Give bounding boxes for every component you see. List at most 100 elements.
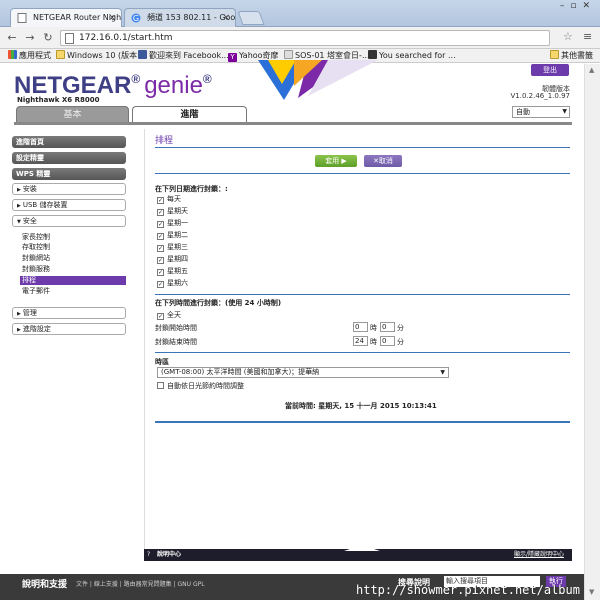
sidebar-item-adv-home[interactable]: 進階首頁 [12, 136, 126, 148]
support-title: 說明和支援 [22, 580, 68, 590]
browser-tab-bar: NETGEAR Router Nighth × G 頻道 153 802.11 … [0, 0, 600, 27]
back-icon[interactable]: ← [4, 30, 20, 46]
bookmark-item[interactable]: You searched for ... [368, 49, 456, 62]
watermark: http://showmer.pixnet.net/album [356, 583, 580, 597]
page-icon [17, 13, 27, 23]
checkbox-tuesday[interactable]: ✓ 星期二 [157, 231, 188, 240]
expand-help-icon[interactable] [344, 545, 380, 551]
window-controls[interactable]: –▫✕ [560, 1, 596, 11]
bookmark-item[interactable]: 歡迎來到 Facebook... [138, 49, 229, 62]
support-links[interactable]: 文件 | 線上支援 | 路由器常見問題集 | GNU GPL [76, 579, 205, 588]
firmware-version: V1.0.2.46_1.0.97 [510, 92, 571, 100]
svg-text:G: G [133, 14, 139, 23]
divider [155, 173, 570, 174]
checkbox[interactable]: ✓ [157, 209, 164, 216]
divider [155, 147, 570, 148]
end-hour-input[interactable]: 24 [353, 336, 368, 346]
chevron-down-icon: ▼ [562, 108, 567, 115]
checkbox[interactable]: ✓ [157, 257, 164, 264]
start-minute-input[interactable]: 0 [380, 322, 395, 332]
checkbox[interactable]: ✓ [157, 221, 164, 228]
cancel-button[interactable]: ✕取消 [364, 155, 402, 167]
expand-icon: ▶ [17, 187, 21, 193]
menu-icon[interactable]: ≡ [583, 30, 592, 43]
checkbox[interactable]: ✓ [157, 313, 164, 320]
sidebar-item-setup[interactable]: ▶ 安裝 [12, 183, 126, 195]
minute-unit: 分 [397, 338, 404, 346]
hour-unit: 時 [370, 338, 377, 346]
page-icon [284, 50, 293, 59]
end-minute-input[interactable]: 0 [380, 336, 395, 346]
bookmark-item[interactable]: Windows 10 (版本 ... [56, 49, 147, 62]
genie-rays-logo [258, 60, 378, 100]
bookmark-other[interactable]: 其他書籤 [550, 49, 593, 62]
browser-tab-netgear[interactable]: NETGEAR Router Nighth × [10, 8, 122, 27]
hour-unit: 時 [370, 324, 377, 332]
scroll-up-icon[interactable]: ▲ [589, 66, 594, 74]
checkbox[interactable]: ✓ [157, 245, 164, 252]
sidebar-item-adv-setup[interactable]: ▶ 進階設定 [12, 323, 126, 335]
sidebar-item-usb[interactable]: ▶ USB 儲存裝置 [12, 199, 126, 211]
folder-icon [550, 50, 559, 59]
show-hide-help-link[interactable]: 顯示/隱藏說明中心 [514, 549, 564, 561]
browser-tab-google[interactable]: G 頻道 153 802.11 - Googl × [124, 8, 236, 27]
checkbox[interactable]: ✓ [157, 269, 164, 276]
checkbox-saturday[interactable]: ✓ 星期六 [157, 279, 188, 288]
reload-icon[interactable]: ↻ [40, 30, 56, 46]
checkbox-every-day[interactable]: ✓ 每天 [157, 195, 181, 204]
minute-unit: 分 [397, 324, 404, 332]
timezone-heading: 時區 [155, 358, 169, 366]
sidebar-subitem-schedule[interactable]: 排程 [20, 276, 126, 285]
new-tab-button[interactable] [237, 11, 265, 25]
bookmark-star-icon[interactable]: ☆ [563, 30, 573, 43]
close-tab-icon[interactable]: × [108, 9, 116, 27]
checkbox[interactable]: ✓ [157, 281, 164, 288]
forward-icon[interactable]: → [22, 30, 38, 46]
timezone-select[interactable]: (GMT-08:00) 太平洋時間 (美國和加拿大)；提華納 ▼ [157, 367, 449, 378]
checkbox-thursday[interactable]: ✓ 星期四 [157, 255, 188, 264]
help-center-bar[interactable]: ? 說明中心 顯示/隱藏說明中心 [144, 545, 572, 561]
checkbox-sunday[interactable]: ✓ 星期天 [157, 207, 188, 216]
checkbox-dst[interactable]: 自動依日光節約時間調整 [157, 382, 244, 391]
sidebar-subitem-email[interactable]: 電子郵件 [20, 287, 126, 296]
vertical-scrollbar[interactable]: ▲ ▼ [584, 64, 600, 600]
tab-advanced[interactable]: 進階 [132, 106, 247, 123]
url-text: 172.16.0.1/start.htm [79, 33, 173, 43]
sidebar-subitem-access[interactable]: 存取控制 [20, 243, 126, 252]
checkbox[interactable]: ✓ [157, 197, 164, 204]
chevron-down-icon: ▼ [440, 369, 445, 376]
collapse-icon: ▼ [17, 219, 21, 225]
sidebar-subitem-parental[interactable]: 家長控制 [20, 233, 126, 242]
url-input[interactable]: 172.16.0.1/start.htm [60, 30, 550, 46]
tab-basic[interactable]: 基本 [16, 106, 129, 123]
start-hour-input[interactable]: 0 [353, 322, 368, 332]
expand-icon: ▶ [17, 311, 21, 317]
days-heading: 在下列日期進行封鎖：: [155, 185, 228, 193]
sidebar-subitem-block-services[interactable]: 封鎖服務 [20, 265, 126, 274]
logout-button[interactable]: 登出 [531, 64, 569, 76]
bookmark-apps[interactable]: 應用程式 [8, 49, 51, 62]
checkbox-monday[interactable]: ✓ 星期一 [157, 219, 188, 228]
checkbox[interactable]: ✓ [157, 233, 164, 240]
sidebar-item-security[interactable]: ▼ 安全 [12, 215, 126, 227]
apply-button[interactable]: 套用 ▶ [315, 155, 357, 167]
page-icon [65, 33, 74, 44]
divider [155, 352, 570, 353]
router-model: Nighthawk X6 R8000 [17, 96, 100, 104]
start-time-label: 封鎖開始時間 [155, 324, 197, 332]
help-icon: ? [147, 551, 151, 558]
sidebar-item-setup-wizard[interactable]: 設定精靈 [12, 152, 126, 164]
language-select[interactable]: 自動 ▼ [512, 106, 570, 118]
scroll-down-icon[interactable]: ▼ [589, 588, 594, 596]
checkbox[interactable] [157, 382, 164, 389]
checkbox-wednesday[interactable]: ✓ 星期三 [157, 243, 188, 252]
close-tab-icon[interactable]: × [222, 9, 230, 27]
expand-icon: ▶ [17, 327, 21, 333]
checkbox-all-day[interactable]: ✓ 全天 [157, 311, 181, 320]
checkbox-friday[interactable]: ✓ 星期五 [157, 267, 188, 276]
apps-icon [8, 50, 17, 59]
sidebar-subitem-block-sites[interactable]: 封鎖網站 [20, 254, 126, 263]
sidebar-item-admin[interactable]: ▶ 管理 [12, 307, 126, 319]
address-toolbar: ← → ↻ 172.16.0.1/start.htm ☆ ≡ [0, 27, 600, 49]
sidebar-item-wps-wizard[interactable]: WPS 精靈 [12, 168, 126, 180]
